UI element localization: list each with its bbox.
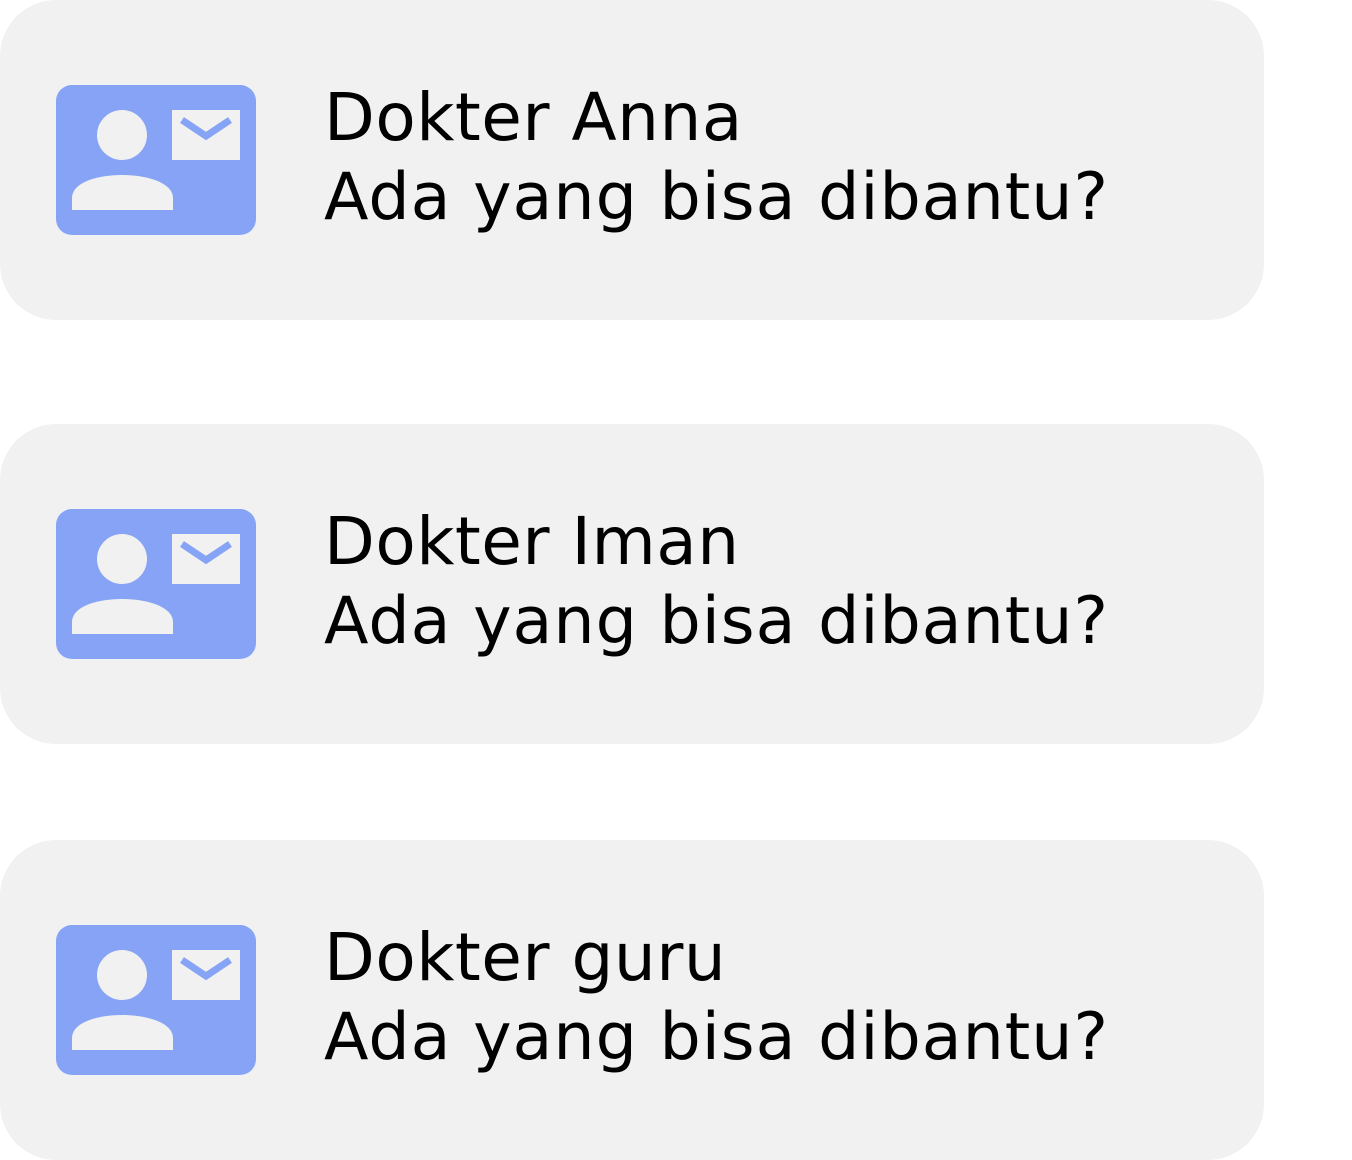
chat-message-preview: Ada yang bisa dibantu?: [324, 1000, 1109, 1075]
contact-mail-icon: [56, 925, 256, 1075]
doctor-name: Dokter Anna: [324, 79, 743, 156]
chat-card-dokter-guru[interactable]: Dokter guru Ada yang bisa dibantu?: [0, 840, 1264, 1160]
chat-card-dokter-iman[interactable]: Dokter Iman Ada yang bisa dibantu?: [0, 424, 1264, 744]
chat-card-text: Dokter Iman Ada yang bisa dibantu?: [324, 502, 1244, 662]
doctor-name: Dokter Iman: [324, 503, 740, 580]
chat-card-text: Dokter guru Ada yang bisa dibantu?: [324, 918, 1244, 1078]
chat-card-dokter-anna[interactable]: Dokter Anna Ada yang bisa dibantu?: [0, 0, 1264, 320]
contact-mail-icon: [56, 509, 256, 659]
chat-card-text: Dokter Anna Ada yang bisa dibantu?: [324, 78, 1244, 238]
chat-message-preview: Ada yang bisa dibantu?: [324, 584, 1109, 659]
contact-mail-icon: [56, 85, 256, 235]
doctor-name: Dokter guru: [324, 919, 727, 996]
chat-message-preview: Ada yang bisa dibantu?: [324, 160, 1109, 235]
